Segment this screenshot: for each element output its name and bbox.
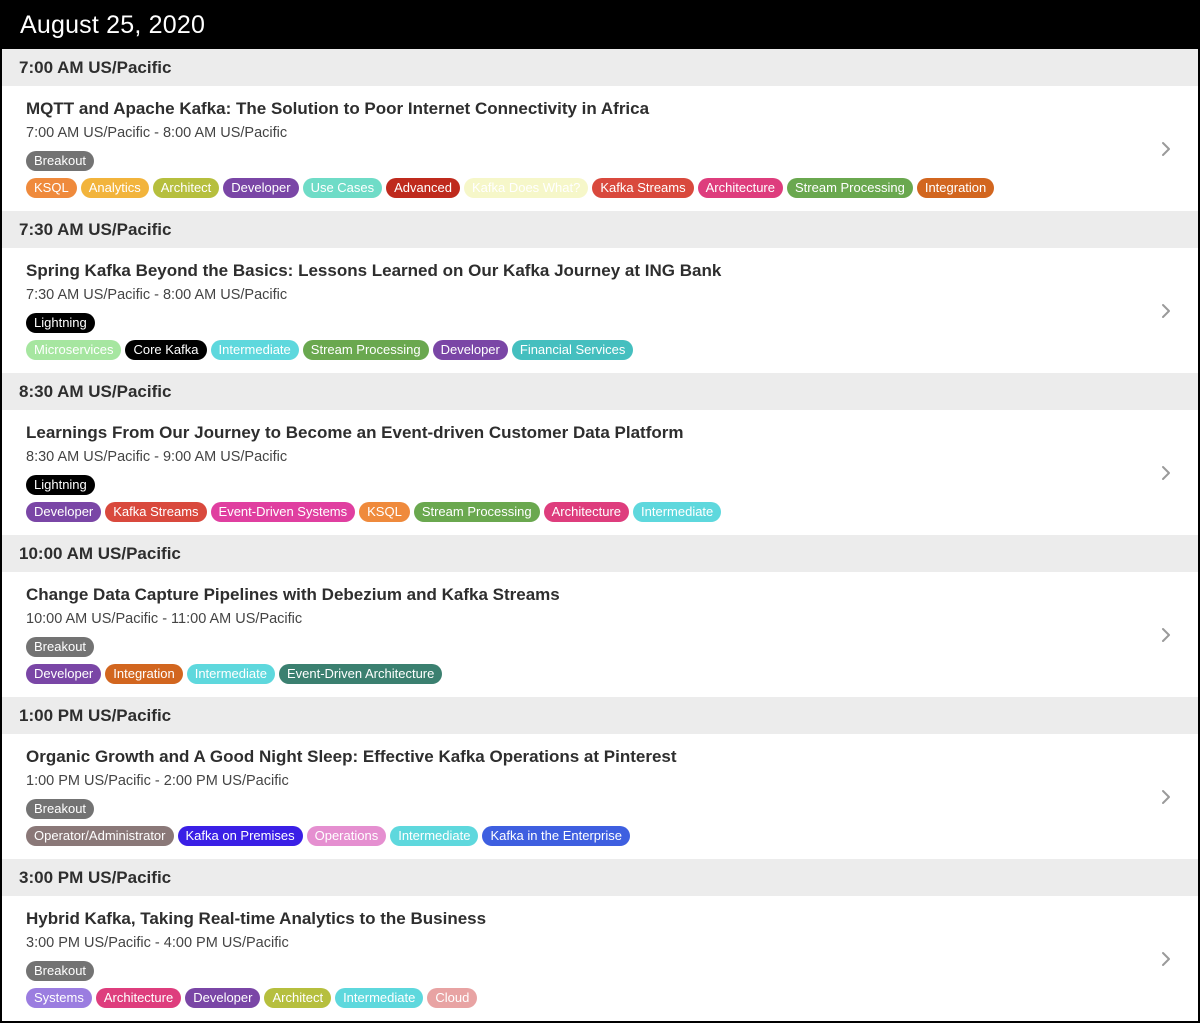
session-title[interactable]: Organic Growth and A Good Night Sleep: E… (26, 734, 1198, 772)
session-format-row: Lightning (26, 474, 1198, 502)
session-tag-list: KSQL Analytics Architect Developer Use Cases… (26, 178, 1198, 208)
session-item[interactable]: Hybrid Kafka, Taking Real-time Analytics… (2, 896, 1198, 1021)
session-tag[interactable]: Operator/Administrator (26, 826, 174, 846)
session-tag[interactable]: Architecture (543, 502, 630, 522)
session-item[interactable]: Learnings From Our Journey to Become an … (2, 410, 1198, 535)
session-tag[interactable]: Cloud (427, 988, 478, 1008)
session-tag[interactable]: Intermediate (210, 340, 299, 360)
session-format-badge: Lightning (26, 313, 95, 333)
session-tag-list: Operator/Administrator Kafka on Premises O… (26, 826, 1198, 856)
session-tag[interactable]: Kafka in the Enterprise (482, 826, 630, 846)
date-header: August 25, 2020 (2, 0, 1198, 49)
session-tag[interactable]: Architecture (95, 988, 182, 1008)
session-tag[interactable]: Intermediate (186, 664, 275, 684)
time-slot-header: 7:30 AM US/Pacific (2, 211, 1198, 248)
session-format-row: Breakout (26, 150, 1198, 178)
session-tag-list: Developer Kafka Streams Event-Driven Syste… (26, 502, 1198, 532)
session-format-row: Breakout (26, 636, 1198, 664)
session-tag[interactable]: Developer (185, 988, 261, 1008)
session-tag-list: Microservices Core Kafka Intermediate Strea… (26, 340, 1198, 370)
session-format-badge: Breakout (26, 637, 95, 657)
chevron-right-icon[interactable] (1158, 951, 1174, 967)
chevron-right-icon[interactable] (1158, 627, 1174, 643)
session-tag-list: Systems Architecture Developer Architect Int… (26, 988, 1198, 1018)
session-tag[interactable]: KSQL (359, 502, 410, 522)
session-format-row: Lightning (26, 312, 1198, 340)
session-tag[interactable]: Intermediate (633, 502, 722, 522)
schedule-list: 7:00 AM US/Pacific MQTT and Apache Kafka:… (2, 49, 1198, 1021)
session-tag[interactable]: Architect (152, 178, 220, 198)
session-format-badge: Breakout (26, 151, 95, 171)
date-title: August 25, 2020 (20, 11, 206, 39)
session-time-range: 10:00 AM US/Pacific - 11:00 AM US/Pacifi… (26, 611, 303, 627)
session-tag[interactable]: KSQL (26, 178, 77, 198)
session-format-badge: Breakout (26, 961, 95, 981)
session-tag[interactable]: Developer (223, 178, 299, 198)
session-item[interactable]: Change Data Capture Pipelines with Debez… (2, 572, 1198, 697)
chevron-right-icon[interactable] (1158, 465, 1174, 481)
session-tag[interactable]: Use Cases (302, 178, 383, 198)
session-tag[interactable]: Event-Driven Systems (210, 502, 356, 522)
session-tag[interactable]: Architect (264, 988, 332, 1008)
session-tag[interactable]: Architecture (697, 178, 783, 198)
session-time-range: 7:00 AM US/Pacific - 8:00 AM US/Pacific (26, 125, 288, 141)
time-slot-header: 8:30 AM US/Pacific (2, 373, 1198, 410)
session-tag[interactable]: Stream Processing (302, 340, 429, 360)
session-title[interactable]: Learnings From Our Journey to Become an … (26, 410, 1198, 448)
session-tag[interactable]: Stream Processing (787, 178, 913, 198)
session-time-range: 8:30 AM US/Pacific - 9:00 AM US/Pacific (26, 449, 288, 465)
session-time-range: 3:00 PM US/Pacific - 4:00 PM US/Pacific (26, 935, 289, 951)
session-time-range: 7:30 AM US/Pacific - 8:00 AM US/Pacific (26, 287, 288, 303)
session-time-range: 1:00 PM US/Pacific - 2:00 PM US/Pacific (26, 773, 289, 789)
session-format-badge: Breakout (26, 799, 95, 819)
session-tag[interactable]: Developer (26, 664, 102, 684)
session-tag[interactable]: Intermediate (335, 988, 424, 1008)
session-tag[interactable]: Kafka Does What? (463, 178, 589, 198)
session-tag[interactable]: Core Kafka (125, 340, 207, 360)
session-tag[interactable]: Microservices (26, 340, 122, 360)
session-title[interactable]: Change Data Capture Pipelines with Debez… (26, 572, 1198, 610)
session-tag[interactable]: Integration (916, 178, 995, 198)
session-tag[interactable]: Kafka Streams (105, 502, 207, 522)
session-tag[interactable]: Financial Services (511, 340, 634, 360)
session-format-badge: Lightning (26, 475, 95, 495)
session-title[interactable]: MQTT and Apache Kafka: The Solution to P… (26, 86, 1198, 124)
session-tag[interactable]: Developer (432, 340, 508, 360)
session-tag[interactable]: Intermediate (390, 826, 479, 846)
session-format-row: Breakout (26, 960, 1198, 988)
session-tag[interactable]: Developer (26, 502, 102, 522)
session-item[interactable]: Organic Growth and A Good Night Sleep: E… (2, 734, 1198, 859)
time-slot-header: 10:00 AM US/Pacific (2, 535, 1198, 572)
session-tag[interactable]: Integration (105, 664, 183, 684)
session-item[interactable]: Spring Kafka Beyond the Basics: Lessons … (2, 248, 1198, 373)
session-tag[interactable]: Operations (306, 826, 387, 846)
session-title[interactable]: Hybrid Kafka, Taking Real-time Analytics… (26, 896, 1198, 934)
session-title[interactable]: Spring Kafka Beyond the Basics: Lessons … (26, 248, 1198, 286)
time-slot-header: 1:00 PM US/Pacific (2, 697, 1198, 734)
session-tag[interactable]: Advanced (386, 178, 460, 198)
session-format-row: Breakout (26, 798, 1198, 826)
time-slot-header: 3:00 PM US/Pacific (2, 859, 1198, 896)
chevron-right-icon[interactable] (1158, 141, 1174, 157)
chevron-right-icon[interactable] (1158, 303, 1174, 319)
session-tag[interactable]: Kafka on Premises (177, 826, 303, 846)
schedule-frame: August 25, 2020 7:00 AM US/Pacific MQTT a… (0, 0, 1200, 1023)
session-tag-list: Developer Integration Intermediate Event-Dr… (26, 664, 1198, 694)
session-tag[interactable]: Stream Processing (413, 502, 540, 522)
session-item[interactable]: MQTT and Apache Kafka: The Solution to P… (2, 86, 1198, 211)
session-tag[interactable]: Analytics (80, 178, 149, 198)
session-tag[interactable]: Event-Driven Architecture (278, 664, 443, 684)
session-tag[interactable]: Systems (26, 988, 92, 1008)
chevron-right-icon[interactable] (1158, 789, 1174, 805)
session-tag[interactable]: Kafka Streams (592, 178, 694, 198)
time-slot-header: 7:00 AM US/Pacific (2, 49, 1198, 86)
